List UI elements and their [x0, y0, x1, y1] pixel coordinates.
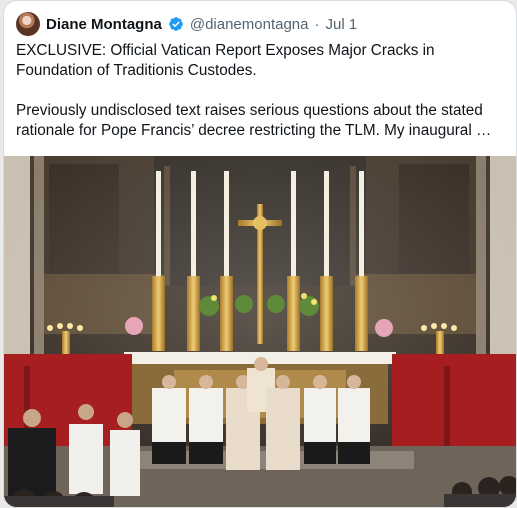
verified-badge-icon	[169, 17, 183, 31]
author-handle[interactable]: @dianemontagna	[190, 16, 309, 33]
altar-photo	[4, 156, 516, 507]
tweet-date[interactable]: Jul 1	[326, 16, 358, 33]
tweet-headline: EXCLUSIVE: Official Vatican Report Expos…	[16, 42, 435, 79]
tweet-card[interactable]: Diane Montagna @dianemontagna · Jul 1 EX…	[3, 0, 517, 508]
tweet-image[interactable]	[4, 156, 516, 507]
tweet-header: Diane Montagna @dianemontagna · Jul 1	[16, 11, 357, 37]
separator-dot: ·	[314, 15, 320, 33]
author-name[interactable]: Diane Montagna	[46, 16, 162, 33]
tweet-body: Previously undisclosed text raises serio…	[16, 102, 492, 139]
tweet-text: EXCLUSIVE: Official Vatican Report Expos…	[16, 41, 506, 141]
author-avatar[interactable]	[16, 12, 40, 36]
